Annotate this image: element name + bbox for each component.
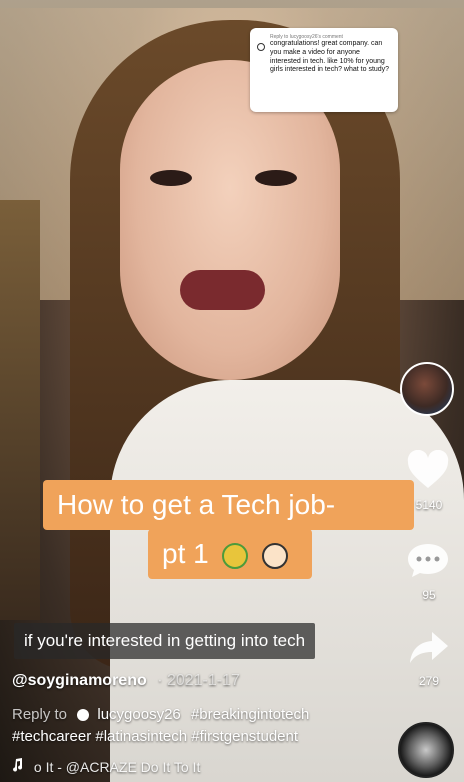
reply-line: Reply to lucygoosy26 #breakingintotech	[12, 706, 309, 723]
overlay-title-text1: How to get a Tech job-	[57, 489, 336, 520]
share-arrow-icon	[410, 632, 448, 663]
hashtags-line[interactable]: #techcareer #latinasintech #firstgenstud…	[12, 728, 298, 745]
music-row[interactable]: o It - @ACRAZE Do It To It	[12, 758, 200, 775]
overlay-title-text2: pt 1	[162, 538, 209, 569]
music-text: o It - @ACRAZE Do It To It	[33, 759, 201, 775]
comment-bubble-icon	[257, 43, 265, 51]
video-caption: if you're interested in getting into tec…	[14, 623, 316, 659]
share-count: 279	[418, 674, 440, 688]
mention-avatar-icon	[77, 709, 90, 722]
like-count: 5140	[415, 498, 443, 512]
creator-avatar[interactable]	[400, 362, 454, 416]
money-face-icon	[222, 542, 249, 569]
overlay-title-line1: How to get a Tech job-	[43, 480, 414, 530]
overlay-title-line2: pt 1	[148, 529, 312, 579]
technologist-icon	[262, 542, 289, 569]
post-username[interactable]: @soyginamoreno	[12, 672, 147, 689]
reply-label: Reply to	[12, 706, 68, 723]
music-disc-icon[interactable]	[398, 722, 454, 778]
action-rail: 5140 95 279	[394, 360, 464, 782]
person-eye-right	[255, 170, 297, 186]
music-note-icon	[12, 758, 24, 775]
comment-count: 95	[422, 588, 436, 602]
person-lips	[180, 270, 265, 310]
post-date: · 2021-1-17	[157, 672, 240, 689]
person-eye-left	[150, 170, 192, 186]
reply-comment-card[interactable]: Reply to lucygoosy26's comment congratul…	[250, 28, 398, 112]
share-button[interactable]	[406, 628, 450, 673]
comment-button[interactable]	[406, 540, 450, 585]
like-button[interactable]	[406, 449, 450, 495]
reply-username[interactable]: lucygoosy26	[97, 706, 180, 723]
hashtag-breakingintotech[interactable]: #breakingintotech	[191, 706, 309, 723]
comment-text: congratulations! great company. can you …	[270, 40, 390, 74]
background-shelf	[0, 200, 40, 620]
comment-icon	[408, 544, 448, 577]
heart-icon	[407, 449, 449, 488]
video-screen[interactable]: Reply to lucygoosy26's comment congratul…	[0, 0, 464, 782]
post-username-row: @soyginamoreno · 2021-1-17	[12, 672, 240, 690]
